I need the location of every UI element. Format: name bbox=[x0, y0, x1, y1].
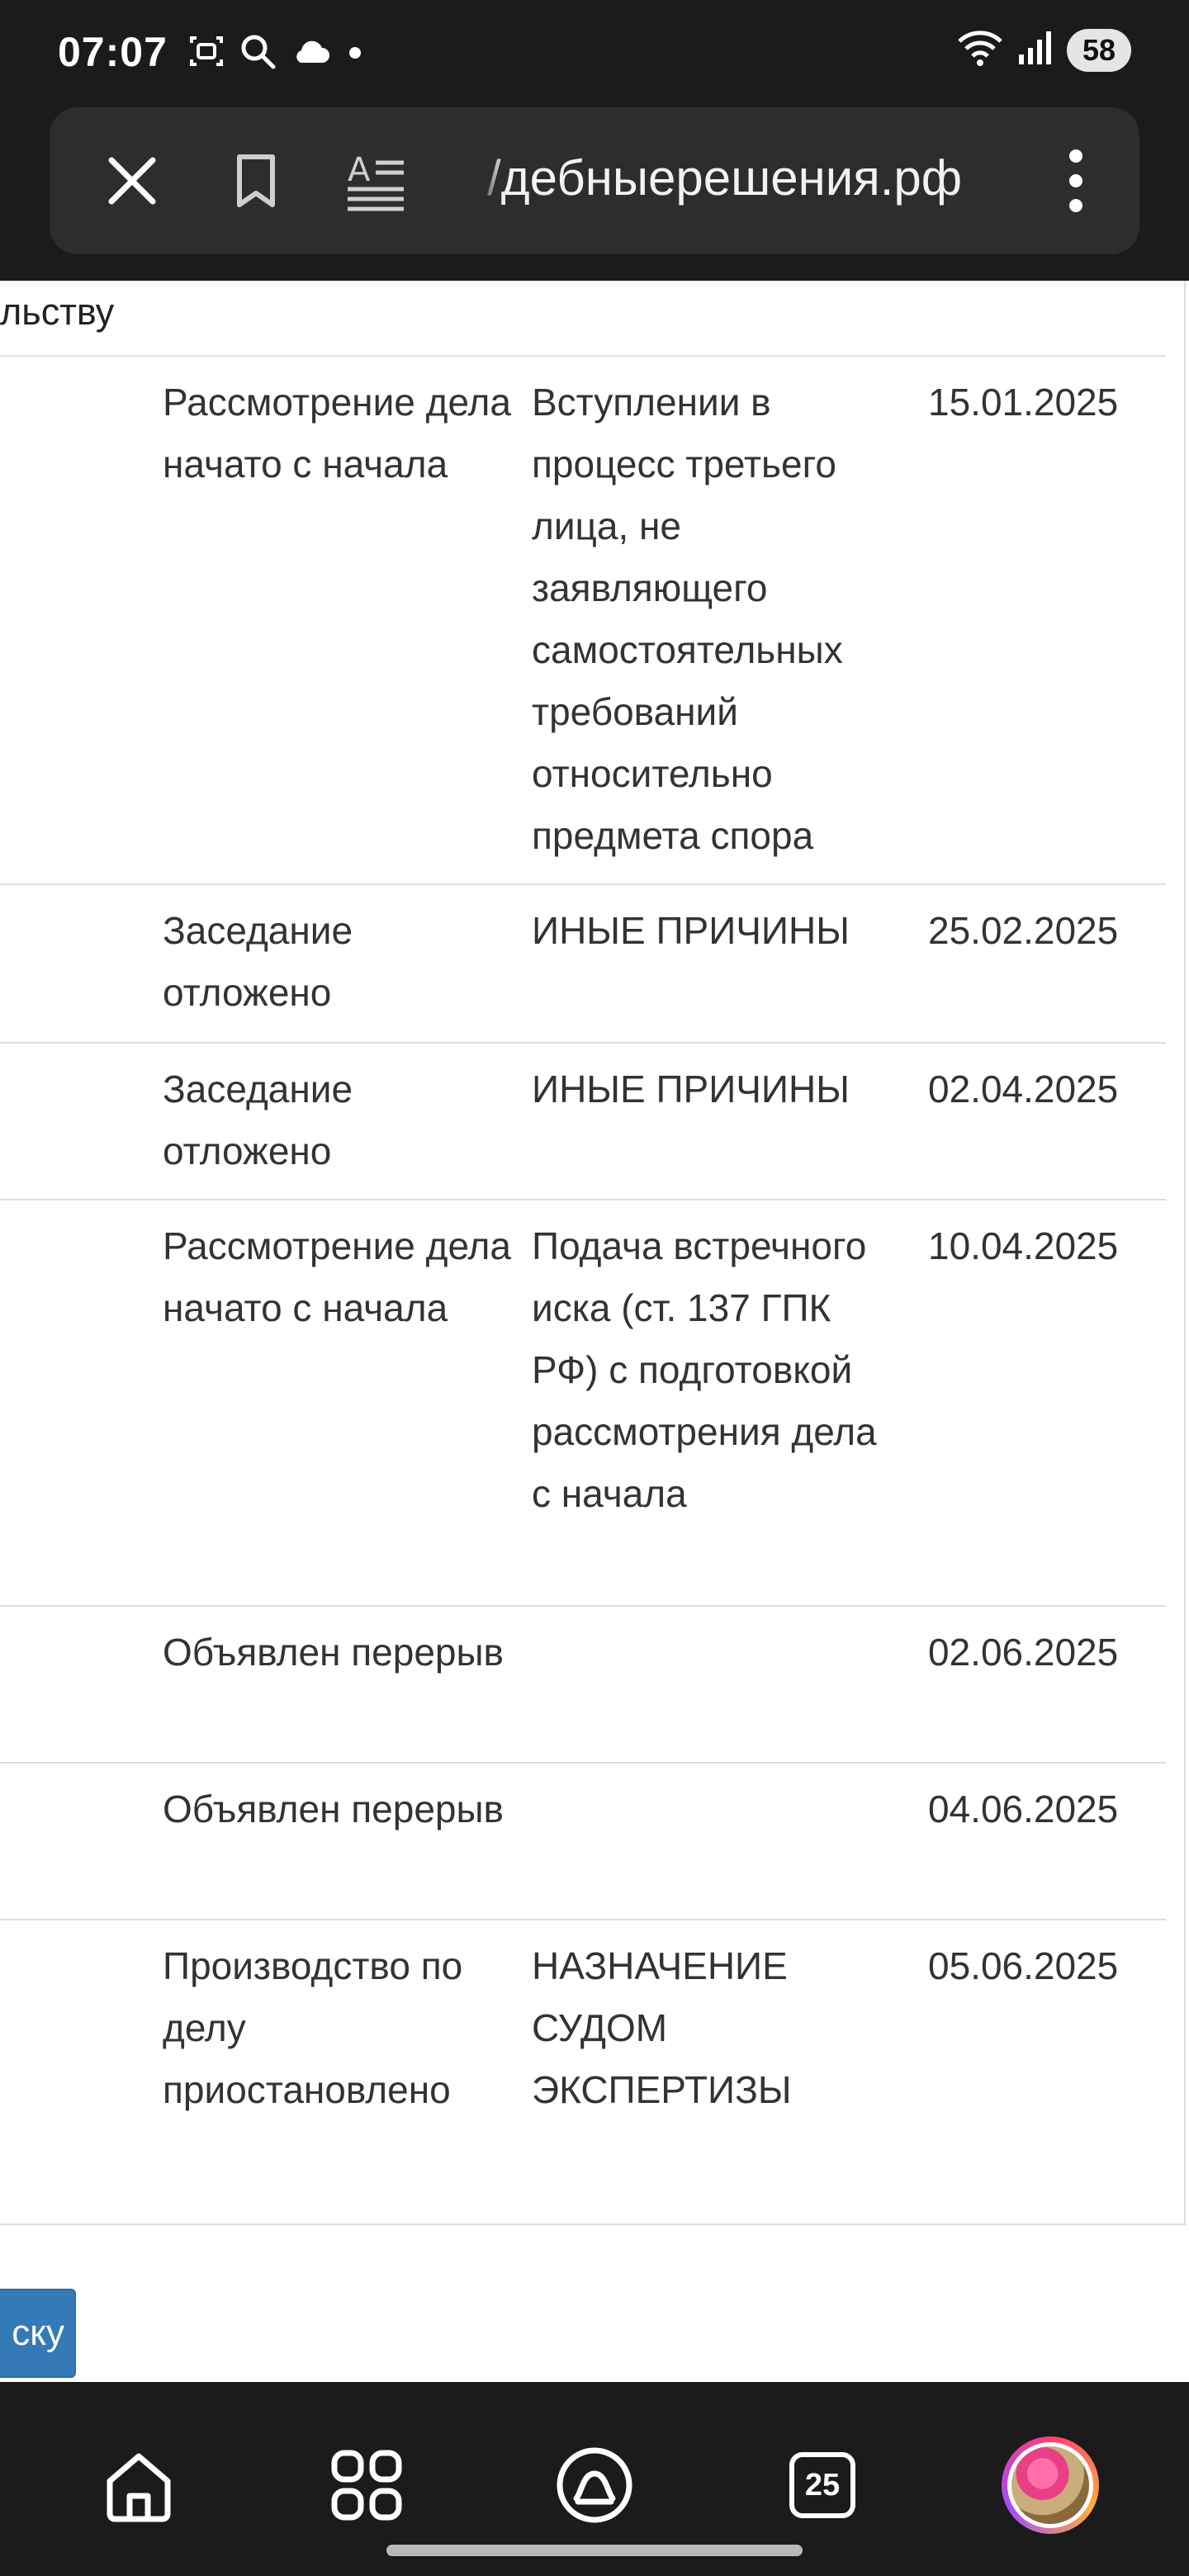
date-cell: 02.06.2025 bbox=[928, 1631, 1119, 1674]
avatar-image bbox=[1011, 2446, 1089, 2524]
url-fade bbox=[479, 145, 504, 211]
date-cell: 10.04.2025 bbox=[928, 1224, 1119, 1267]
date-cell: 02.04.2025 bbox=[928, 1068, 1119, 1110]
status-icons-left bbox=[187, 31, 367, 75]
battery-badge: 58 bbox=[1067, 28, 1131, 72]
reason-cell: ИНЫЕ ПРИЧИНЫ bbox=[532, 1068, 850, 1110]
table-row: Рассмотрение дела начато с начала Подача… bbox=[0, 1199, 1166, 1605]
cloud-icon bbox=[289, 35, 332, 72]
table-row: Рассмотрение дела начато с начала Вступл… bbox=[0, 355, 1166, 883]
avatar bbox=[1002, 2436, 1099, 2534]
close-icon[interactable] bbox=[95, 144, 169, 218]
table-row: Объявлен перерыв 04.06.2025 bbox=[0, 1762, 1166, 1919]
home-icon[interactable] bbox=[81, 2432, 197, 2539]
table-row: Заседание отложено ИНЫЕ ПРИЧИНЫ 25.02.20… bbox=[0, 883, 1166, 1042]
svg-text:A: A bbox=[348, 151, 371, 189]
event-cell: Рассмотрение дела начато с начала bbox=[163, 1224, 511, 1329]
table-row: Заседание отложено ИНЫЕ ПРИЧИНЫ 02.04.20… bbox=[0, 1042, 1166, 1199]
dot-icon bbox=[343, 35, 367, 72]
more-icon[interactable] bbox=[1039, 144, 1113, 218]
tabs-icon[interactable]: 25 bbox=[765, 2432, 880, 2539]
table-row: Производство по делу приостановлено НАЗН… bbox=[0, 1919, 1166, 2166]
browser-toolbar: A /дебныерешения.рф bbox=[0, 107, 1189, 281]
apps-icon[interactable] bbox=[309, 2432, 424, 2539]
date-cell: 05.06.2025 bbox=[928, 1944, 1119, 1987]
reason-cell: ИНЫЕ ПРИЧИНЫ bbox=[532, 909, 850, 952]
reason-cell: Вступлении в процесс третьего лица, не з… bbox=[532, 381, 843, 857]
reader-mode-icon[interactable]: A bbox=[339, 144, 413, 218]
date-cell: 04.06.2025 bbox=[928, 1788, 1119, 1830]
reason-cell: НАЗНАЧЕНИЕ СУДОМ ЭКСПЕРТИЗЫ bbox=[532, 1944, 792, 2111]
table-row: Объявлен перерыв 02.06.2025 bbox=[0, 1605, 1166, 1762]
action-button[interactable]: ску bbox=[0, 2289, 76, 2378]
profile-avatar[interactable] bbox=[992, 2432, 1108, 2539]
assistant-icon[interactable] bbox=[537, 2432, 652, 2539]
date-cell: 15.01.2025 bbox=[928, 381, 1119, 424]
screenshot-icon bbox=[187, 31, 226, 75]
tabs-count: 25 bbox=[789, 2452, 855, 2518]
event-cell: Заседание отложено bbox=[163, 909, 353, 1014]
search-icon bbox=[238, 31, 277, 75]
browser-page: 07:07 58 A /дебныерешения.рф льству Расс… bbox=[0, 0, 1189, 2576]
date-cell: 25.02.2025 bbox=[928, 909, 1119, 952]
event-cell: Рассмотрение дела начато с начала bbox=[163, 381, 511, 485]
bookmark-icon[interactable] bbox=[219, 144, 293, 218]
status-bar: 07:07 58 bbox=[0, 0, 1189, 107]
url-text[interactable]: /дебныерешения.рф bbox=[487, 145, 1057, 211]
reason-cell: Подача встречного иска (ст. 137 ГПК РФ) … bbox=[532, 1224, 877, 1515]
page-content: льству Рассмотрение дела начато с начала… bbox=[0, 281, 1189, 2382]
event-cell: Объявлен перерыв bbox=[163, 1788, 504, 1830]
table-header-fragment: льству bbox=[0, 291, 115, 333]
wifi-icon bbox=[956, 28, 1004, 72]
status-icons-right: 58 bbox=[956, 28, 1131, 72]
event-cell: Производство по делу приостановлено bbox=[163, 1944, 463, 2111]
status-time: 07:07 bbox=[58, 29, 168, 75]
signal-icon bbox=[1017, 28, 1054, 72]
event-cell: Заседание отложено bbox=[163, 1068, 353, 1172]
gesture-bar[interactable] bbox=[386, 2545, 803, 2556]
address-bar[interactable]: A /дебныерешения.рф bbox=[50, 107, 1139, 254]
event-cell: Объявлен перерыв bbox=[163, 1631, 504, 1674]
